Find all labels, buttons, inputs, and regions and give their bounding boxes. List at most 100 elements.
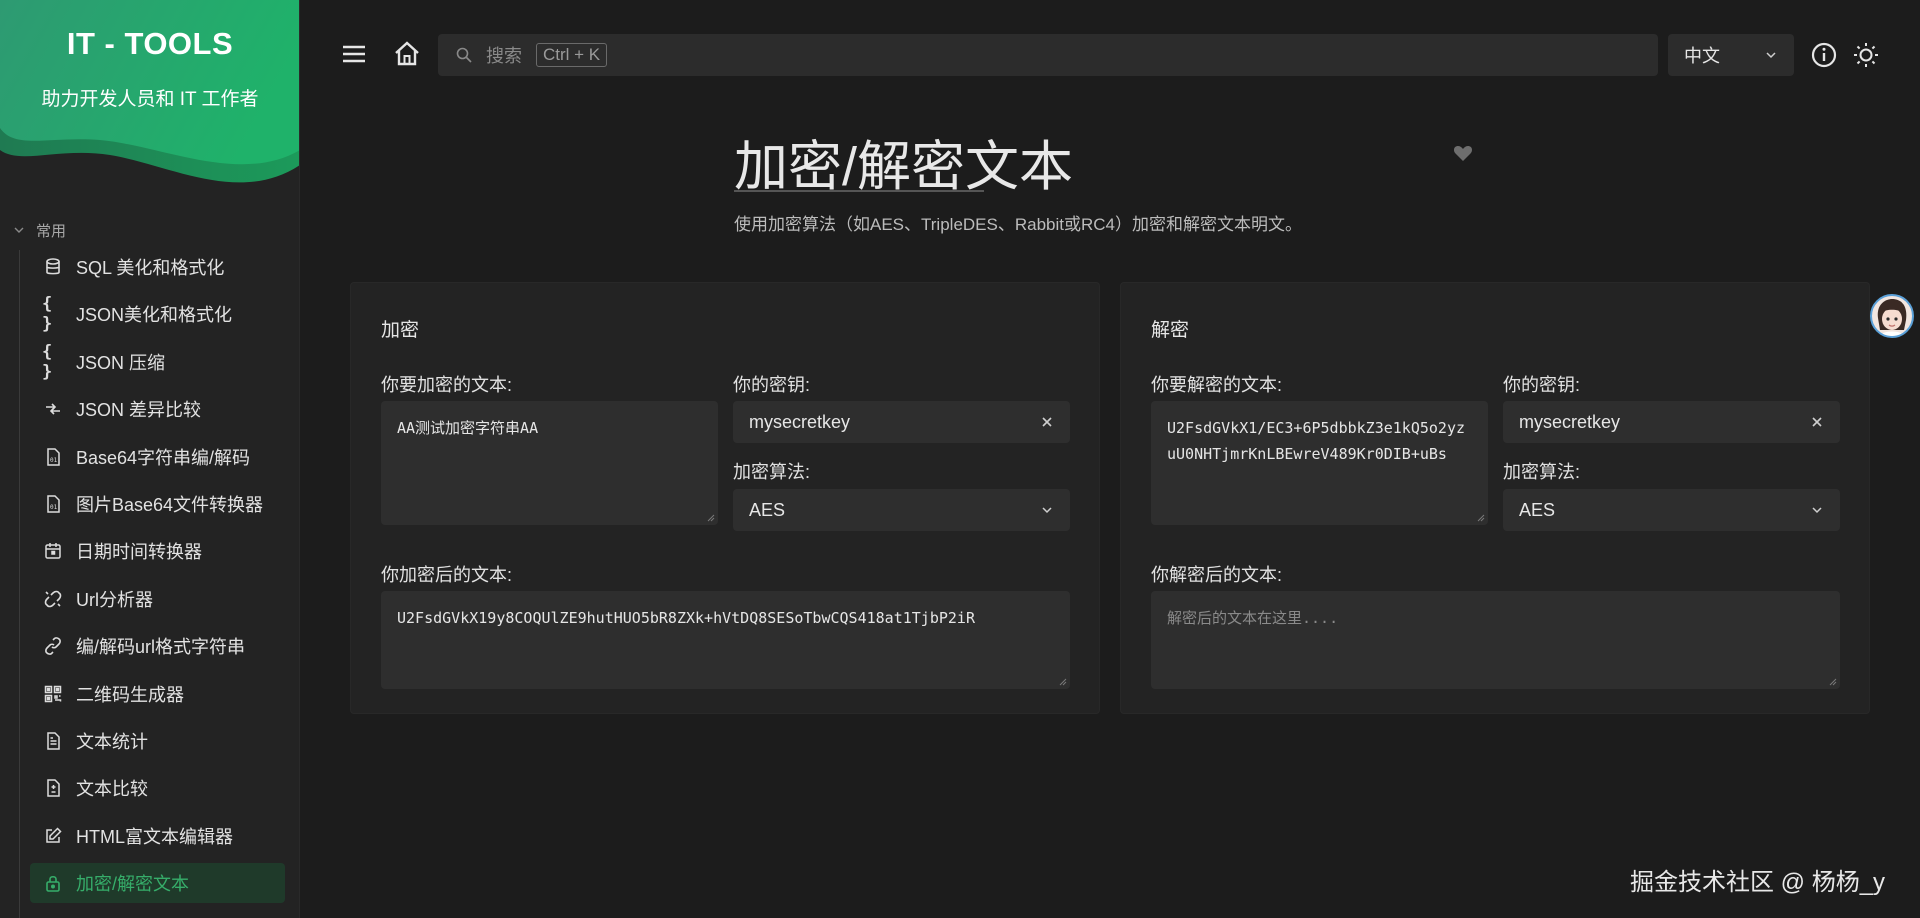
decrypt-output-label: 你解密后的文本: bbox=[1151, 565, 1283, 585]
sidebar-item-label: JSON 压缩 bbox=[76, 352, 166, 373]
decrypt-algo-label: 加密算法: bbox=[1503, 462, 1581, 482]
close-icon[interactable] bbox=[1040, 415, 1054, 429]
encrypt-output-textarea[interactable]: U2FsdGVkX19y8COQUlZE9hutHUO5bR8ZXk+hVtDQ… bbox=[381, 591, 1070, 689]
sidebar-item-json-formatter[interactable]: { } JSON美化和格式化 bbox=[30, 294, 285, 334]
chevron-down-icon bbox=[14, 227, 24, 233]
search-icon bbox=[456, 47, 472, 63]
encrypt-algo-label: 加密算法: bbox=[733, 462, 811, 482]
sidebar-item-base64-file[interactable]: 01 图片Base64文件转换器 bbox=[30, 484, 285, 524]
decrypt-key-input[interactable]: mysecretkey bbox=[1503, 401, 1840, 443]
language-select[interactable]: 中文 bbox=[1668, 34, 1794, 76]
encrypt-text-input[interactable]: AA测试加密字符串AA bbox=[381, 401, 718, 525]
binary-file-icon: 01 bbox=[42, 493, 64, 515]
sidebar-item-text-diff[interactable]: 文本比较 bbox=[30, 768, 285, 808]
sidebar-nav: SQL 美化和格式化 { } JSON美化和格式化 { } JSON 压缩 JS… bbox=[30, 247, 285, 910]
lock-icon bbox=[42, 872, 64, 894]
search-placeholder: 搜索 bbox=[486, 46, 522, 66]
binary-file-icon: 01 bbox=[42, 446, 64, 468]
sidebar-item-label: 加密/解密文本 bbox=[76, 874, 190, 895]
encrypt-text-label: 你要加密的文本: bbox=[381, 375, 513, 395]
chevron-down-icon bbox=[1812, 507, 1822, 514]
svg-text:01: 01 bbox=[50, 504, 58, 511]
compare-arrows-icon bbox=[42, 398, 64, 420]
decrypt-text-label: 你要解密的文本: bbox=[1151, 375, 1283, 395]
sidebar-item-label: 文本统计 bbox=[76, 731, 148, 752]
sun-icon[interactable] bbox=[1852, 41, 1880, 69]
file-diff-icon bbox=[42, 777, 64, 799]
decrypt-algo-value: AES bbox=[1519, 499, 1556, 520]
section-header-common[interactable]: 常用 bbox=[12, 218, 66, 242]
search-bar[interactable]: 搜索 Ctrl + K bbox=[438, 34, 1658, 76]
decrypt-text-input[interactable]: U2FsdGVkX1/EC3+6P5dbbkZ3e1kQ5o2yzuU0NHTj… bbox=[1151, 401, 1488, 525]
sidebar-hero: IT - TOOLS 助力开发人员和 IT 工作者 bbox=[0, 0, 299, 200]
encrypt-output-label: 你加密后的文本: bbox=[381, 565, 513, 585]
avatar[interactable] bbox=[1870, 294, 1914, 338]
sidebar-item-encryption[interactable]: 加密/解密文本 bbox=[30, 863, 285, 904]
decrypt-card-title: 解密 bbox=[1151, 320, 1190, 341]
close-icon[interactable] bbox=[1810, 415, 1824, 429]
braces-icon: { } bbox=[42, 341, 53, 382]
calendar-icon bbox=[42, 540, 64, 562]
title-underline bbox=[734, 190, 984, 192]
topbar: 搜索 Ctrl + K 中文 bbox=[300, 0, 1920, 110]
sidebar-item-text-stats[interactable]: 文本统计 bbox=[30, 721, 285, 761]
home-icon[interactable] bbox=[392, 39, 422, 69]
edit-icon bbox=[42, 825, 64, 847]
info-icon[interactable] bbox=[1810, 41, 1838, 69]
language-value: 中文 bbox=[1684, 46, 1720, 66]
encrypt-output-value: U2FsdGVkX19y8COQUlZE9hutHUO5bR8ZXk+hVtDQ… bbox=[397, 609, 975, 627]
sidebar-item-date-converter[interactable]: 日期时间转换器 bbox=[30, 531, 285, 571]
braces-icon: { } bbox=[42, 294, 53, 335]
sidebar-item-label: Url分析器 bbox=[76, 589, 153, 610]
sidebar-item-label: JSON 差异比较 bbox=[76, 400, 202, 421]
sidebar-item-base64-string[interactable]: 01 Base64字符串编/解码 bbox=[30, 437, 285, 477]
sidebar-item-label: 日期时间转换器 bbox=[76, 542, 202, 563]
encrypt-algo-select[interactable]: AES bbox=[733, 489, 1070, 531]
menu-icon[interactable] bbox=[340, 40, 368, 68]
sidebar-item-sql-formatter[interactable]: SQL 美化和格式化 bbox=[30, 247, 285, 287]
watermark: 掘金技术社区 @ 杨杨_y bbox=[1630, 869, 1886, 896]
chevron-down-icon bbox=[1042, 507, 1052, 514]
encrypt-card-title: 加密 bbox=[381, 320, 420, 341]
resize-grip-icon[interactable] bbox=[1475, 512, 1485, 522]
section-label: 常用 bbox=[36, 222, 67, 240]
encrypt-key-input[interactable]: mysecretkey bbox=[733, 401, 1070, 443]
sidebar-item-label: 编/解码url格式字符串 bbox=[76, 637, 246, 658]
decrypt-text-value: U2FsdGVkX1/EC3+6P5dbbkZ3e1kQ5o2yzuU0NHTj… bbox=[1167, 419, 1466, 463]
sidebar-item-label: HTML富文本编辑器 bbox=[76, 826, 233, 847]
link-icon bbox=[42, 635, 64, 657]
sidebar-item-label: 文本比较 bbox=[76, 779, 148, 800]
decrypt-key-label: 你的密钥: bbox=[1503, 375, 1581, 395]
sidebar-item-label: 二维码生成器 bbox=[76, 684, 184, 705]
search-shortcut: Ctrl + K bbox=[536, 43, 608, 67]
sidebar-item-label: SQL 美化和格式化 bbox=[76, 258, 225, 278]
svg-text:01: 01 bbox=[50, 457, 58, 464]
sidebar-item-qrcode[interactable]: 二维码生成器 bbox=[30, 674, 285, 714]
sidebar-item-url-encoder[interactable]: 编/解码url格式字符串 bbox=[30, 626, 285, 666]
app-subtitle: 助力开发人员和 IT 工作者 bbox=[41, 89, 259, 110]
sidebar-item-url-parser[interactable]: Url分析器 bbox=[30, 579, 285, 619]
database-icon bbox=[42, 256, 64, 278]
decrypt-card: 解密 你要解密的文本: U2FsdGVkX1/EC3+6P5dbbkZ3e1kQ… bbox=[1120, 282, 1870, 714]
app-title: IT - TOOLS bbox=[66, 26, 234, 61]
resize-grip-icon[interactable] bbox=[1827, 676, 1837, 686]
decrypt-algo-select[interactable]: AES bbox=[1503, 489, 1840, 531]
resize-grip-icon[interactable] bbox=[705, 512, 715, 522]
encrypt-key-label: 你的密钥: bbox=[733, 375, 811, 395]
decrypt-output-textarea[interactable]: 解密后的文本在这里.... bbox=[1151, 591, 1840, 689]
encrypt-key-value: mysecretkey bbox=[749, 411, 851, 432]
heart-icon[interactable] bbox=[1452, 142, 1474, 164]
encrypt-algo-value: AES bbox=[749, 499, 786, 520]
sidebar-item-json-diff[interactable]: JSON 差异比较 bbox=[30, 389, 285, 429]
document-icon bbox=[42, 730, 64, 752]
sidebar: IT - TOOLS 助力开发人员和 IT 工作者 常用 SQL 美化和格式化 … bbox=[0, 0, 300, 918]
resize-grip-icon[interactable] bbox=[1057, 676, 1067, 686]
sidebar-item-label: JSON美化和格式化 bbox=[76, 305, 233, 326]
sidebar-item-label: Base64字符串编/解码 bbox=[76, 447, 251, 468]
avatar-face-icon bbox=[1877, 299, 1907, 336]
sidebar-item-json-minify[interactable]: { } JSON 压缩 bbox=[30, 342, 285, 382]
sidebar-item-html-editor[interactable]: HTML富文本编辑器 bbox=[30, 816, 285, 856]
page-description: 使用加密算法（如AES、TripleDES、Rabbit或RC4）加密和解密文本… bbox=[734, 215, 1302, 234]
sidebar-item-label: 图片Base64文件转换器 bbox=[76, 494, 264, 515]
nav-tree-line bbox=[19, 250, 20, 918]
